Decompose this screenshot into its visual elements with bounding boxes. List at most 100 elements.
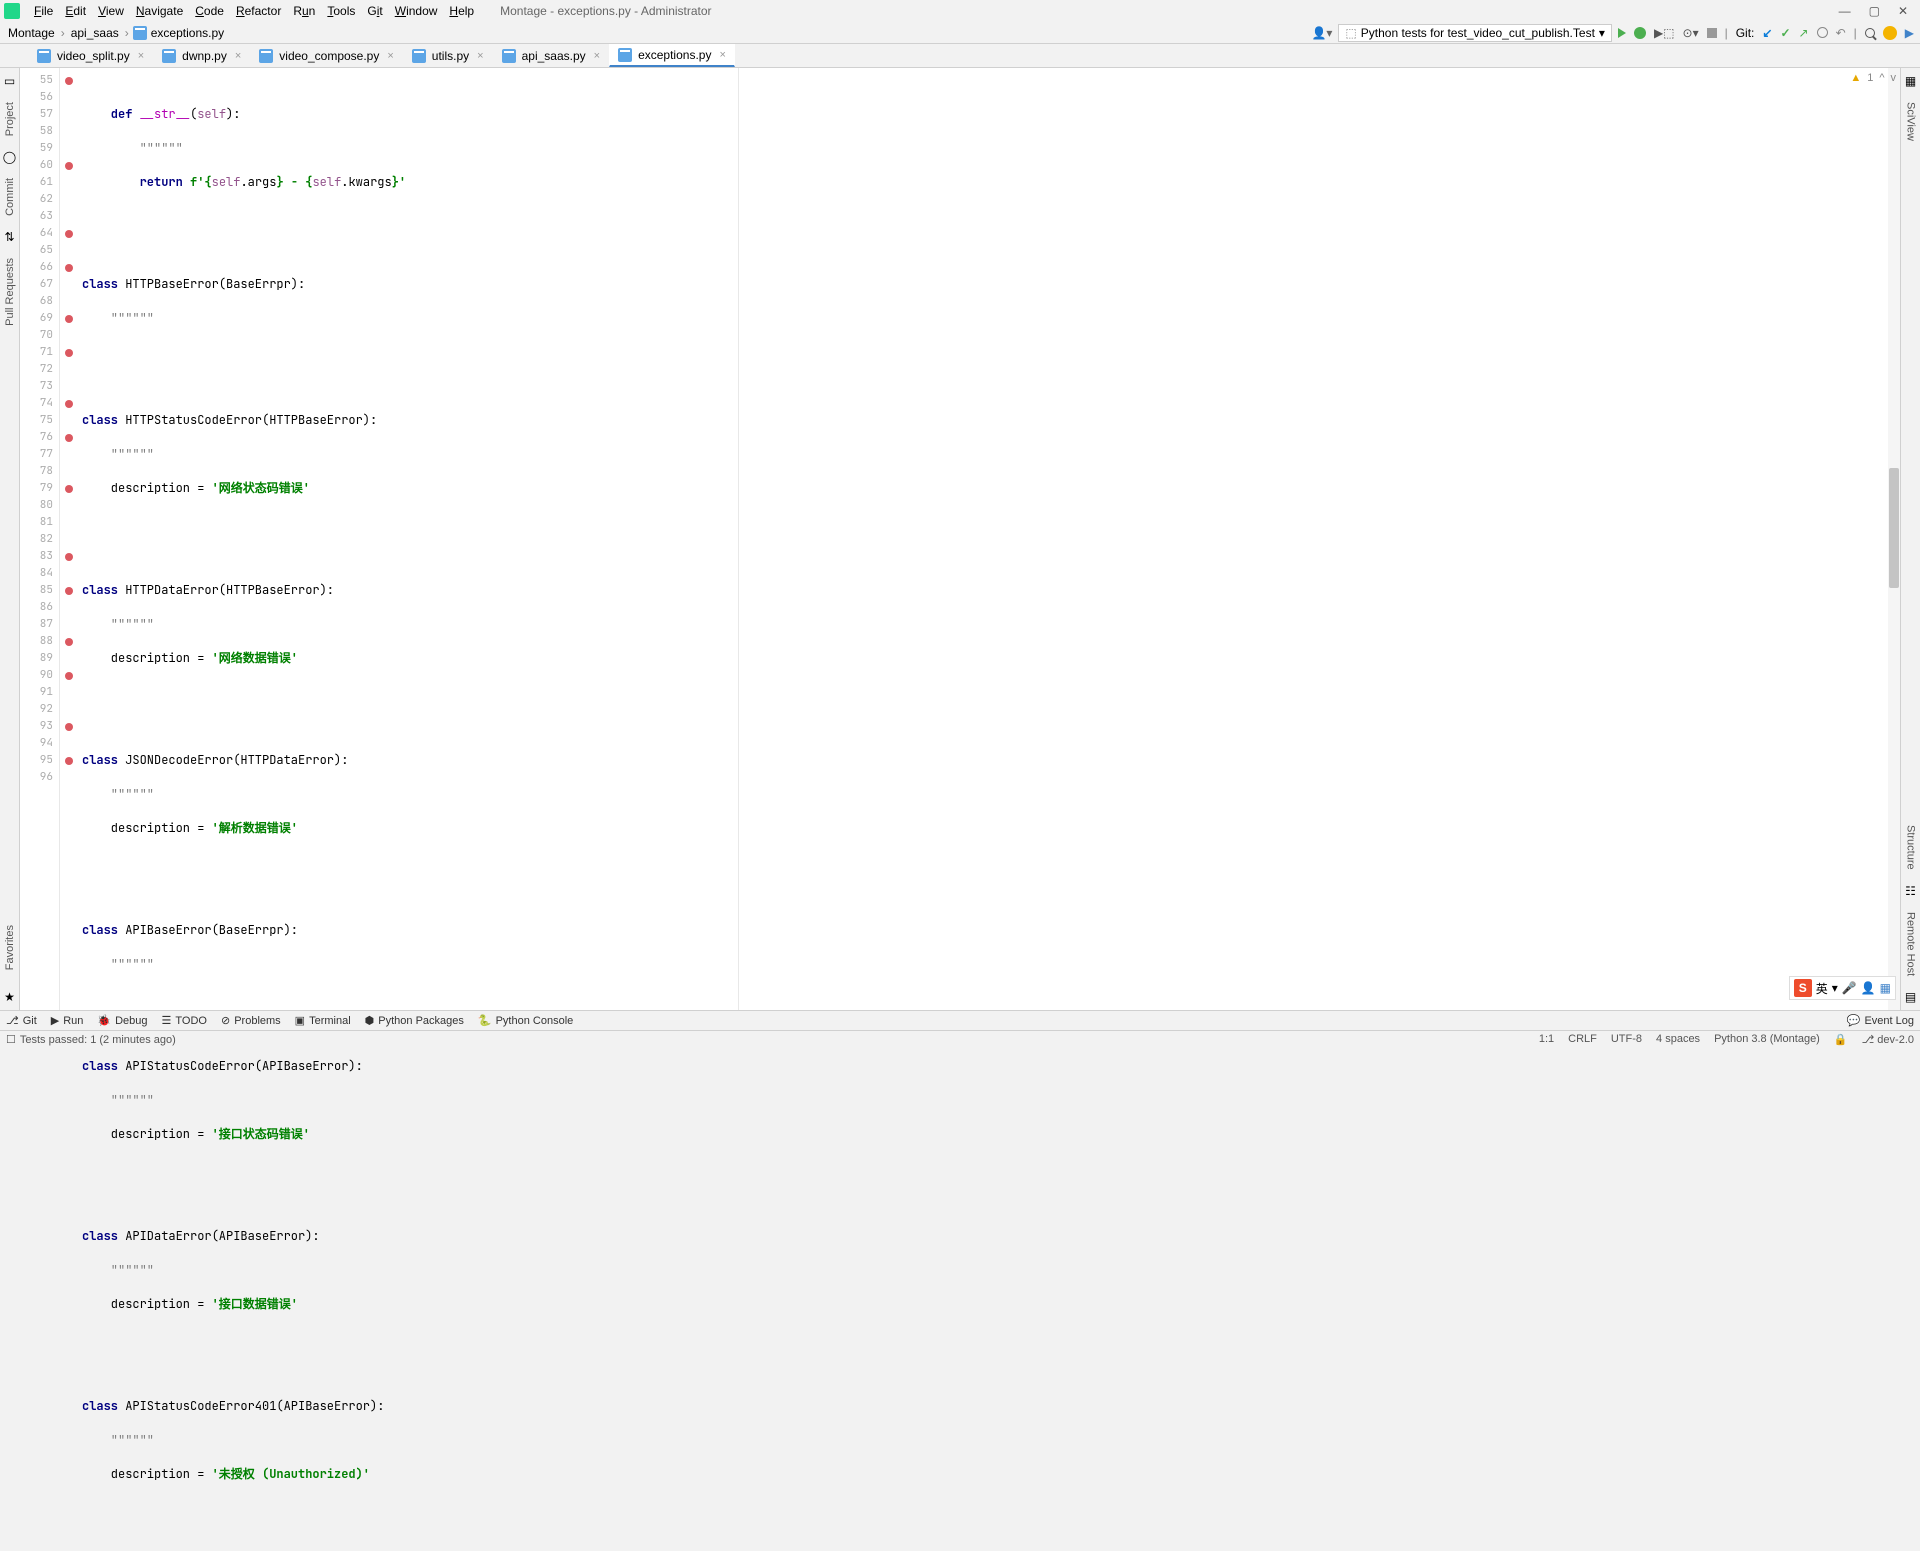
sciview-tool-icon[interactable]: ▦	[1905, 74, 1916, 88]
maximize-icon[interactable]: ▢	[1869, 4, 1880, 18]
close-tab-icon[interactable]: ×	[590, 50, 600, 62]
remote-host-tool-icon[interactable]: ▤	[1905, 990, 1916, 1004]
menu-edit[interactable]: Edit	[59, 4, 92, 18]
git-commit-button[interactable]: ✓	[1780, 26, 1790, 40]
rail-favorites[interactable]: Favorites	[4, 921, 16, 974]
git-rollback-button[interactable]: ↶	[1836, 26, 1846, 40]
warning-icon: ▲	[1850, 72, 1861, 84]
pull-req-tool-icon[interactable]: ⇅	[4, 230, 14, 244]
menu-file[interactable]: FFileile	[28, 4, 59, 18]
stop-button[interactable]	[1707, 28, 1717, 38]
minimize-icon[interactable]: —	[1839, 4, 1851, 18]
breakpoint-icon[interactable]	[65, 77, 73, 85]
menu-refactor[interactable]: Refactor	[230, 4, 287, 18]
vertical-scrollbar[interactable]	[1888, 68, 1900, 1010]
menu-code[interactable]: Code	[189, 4, 230, 18]
menu-window[interactable]: Window	[389, 4, 444, 18]
tab-api-saas[interactable]: api_saas.py×	[493, 45, 609, 67]
debug-button[interactable]	[1634, 27, 1646, 39]
git-update-button[interactable]: ↙	[1762, 26, 1772, 40]
sogou-icon[interactable]: S	[1794, 979, 1812, 997]
breakpoint-icon[interactable]	[65, 162, 73, 170]
scrollbar-thumb[interactable]	[1889, 468, 1899, 588]
breakpoint-icon[interactable]	[65, 230, 73, 238]
right-tool-rail: ▦ SciView Structure ☷ Remote Host ▤	[1900, 68, 1920, 1010]
close-tab-icon[interactable]: ×	[473, 50, 483, 62]
breakpoint-icon[interactable]	[65, 587, 73, 595]
right-margin-line	[738, 68, 739, 1010]
warning-count: 1	[1867, 72, 1873, 84]
rail-structure[interactable]: Structure	[1905, 821, 1917, 874]
play-icon: ▶	[51, 1014, 59, 1027]
tw-git[interactable]: ⎇Git	[6, 1014, 37, 1027]
ime-grid-icon[interactable]: ▦	[1880, 981, 1891, 995]
menu-navigate[interactable]: Navigate	[130, 4, 189, 18]
ime-option-icon[interactable]: ▾	[1832, 981, 1838, 995]
ide-account-icon[interactable]	[1883, 26, 1897, 40]
ime-user-icon[interactable]: 👤	[1861, 981, 1876, 995]
breakpoint-icon[interactable]	[65, 264, 73, 272]
search-everywhere-button[interactable]	[1865, 28, 1875, 38]
close-tab-icon[interactable]: ×	[231, 50, 241, 62]
breadcrumb-folder[interactable]: api_saas	[69, 26, 121, 40]
menu-run[interactable]: Run	[287, 4, 321, 18]
run-button[interactable]	[1618, 28, 1626, 38]
git-push-button[interactable]: ↗	[1799, 26, 1809, 40]
code-editor[interactable]: def __str__(self): """""" return f'{self…	[78, 68, 1888, 1010]
editor-tabs: video_split.py× dwnp.py× video_compose.p…	[0, 44, 1920, 68]
git-branch-icon: ⎇	[6, 1014, 19, 1027]
favorites-tool-icon[interactable]: ★	[4, 990, 15, 1004]
ime-mic-icon[interactable]: 🎤	[1842, 981, 1857, 995]
git-history-button[interactable]	[1817, 27, 1828, 38]
project-tool-icon[interactable]: ▭	[4, 74, 15, 88]
close-tab-icon[interactable]: ×	[134, 50, 144, 62]
ime-toolbar[interactable]: S 英 ▾ 🎤 👤 ▦	[1789, 976, 1896, 1000]
close-tab-icon[interactable]: ×	[715, 49, 725, 61]
user-icon[interactable]: 👤▾	[1311, 26, 1332, 40]
rail-sciview[interactable]: SciView	[1905, 98, 1917, 145]
status-message-icon: ☐	[6, 1033, 16, 1046]
breakpoint-icon[interactable]	[65, 672, 73, 680]
rail-pull-requests[interactable]: Pull Requests	[4, 254, 16, 330]
line-number-gutter[interactable]: 5556575859 6061626364 6566676869 7071727…	[20, 68, 60, 1010]
menu-tools[interactable]: Tools	[321, 4, 361, 18]
breakpoint-icon[interactable]	[65, 485, 73, 493]
breakpoint-icon[interactable]	[65, 638, 73, 646]
profile-button[interactable]: ⊙▾	[1683, 26, 1699, 40]
tab-dwnp[interactable]: dwnp.py×	[153, 45, 250, 67]
run-configuration-selector[interactable]: ⬚ Python tests for test_video_cut_publis…	[1338, 24, 1612, 42]
inspection-widget[interactable]: ▲ 1 ^ v	[1850, 72, 1896, 84]
menu-git[interactable]: Git	[361, 4, 388, 18]
next-highlight-icon[interactable]: v	[1891, 72, 1897, 84]
rail-remote-host[interactable]: Remote Host	[1905, 908, 1917, 980]
breakpoint-icon[interactable]	[65, 757, 73, 765]
tab-exceptions[interactable]: exceptions.py×	[609, 44, 735, 67]
tab-video-split[interactable]: video_split.py×	[28, 45, 153, 67]
run-coverage-button[interactable]: ▶⬚	[1654, 26, 1675, 40]
structure-tool-icon[interactable]: ☷	[1905, 884, 1916, 898]
close-icon[interactable]: ✕	[1898, 4, 1908, 18]
menu-view[interactable]: View	[92, 4, 130, 18]
prev-highlight-icon[interactable]: ^	[1879, 72, 1884, 84]
breadcrumb-root[interactable]: Montage	[6, 26, 57, 40]
tw-run[interactable]: ▶Run	[51, 1014, 84, 1027]
breakpoint-icon[interactable]	[65, 434, 73, 442]
ide-update-icon[interactable]: ▶	[1905, 26, 1914, 40]
python-file-icon	[502, 49, 516, 63]
gutter-icons	[60, 68, 78, 1010]
python-file-icon	[133, 26, 147, 40]
breakpoint-icon[interactable]	[65, 553, 73, 561]
rail-project[interactable]: Project	[4, 98, 16, 140]
close-tab-icon[interactable]: ×	[383, 50, 393, 62]
breakpoint-icon[interactable]	[65, 315, 73, 323]
tab-utils[interactable]: utils.py×	[403, 45, 493, 67]
rail-commit[interactable]: Commit	[4, 174, 16, 220]
breakpoint-icon[interactable]	[65, 400, 73, 408]
menu-help[interactable]: Help	[443, 4, 480, 18]
breakpoint-icon[interactable]	[65, 349, 73, 357]
tab-video-compose[interactable]: video_compose.py×	[250, 45, 403, 67]
breakpoint-icon[interactable]	[65, 723, 73, 731]
commit-tool-icon[interactable]: ◯	[3, 150, 16, 164]
ime-language[interactable]: 英	[1816, 980, 1828, 997]
breadcrumb-file[interactable]: exceptions.py	[149, 26, 226, 40]
